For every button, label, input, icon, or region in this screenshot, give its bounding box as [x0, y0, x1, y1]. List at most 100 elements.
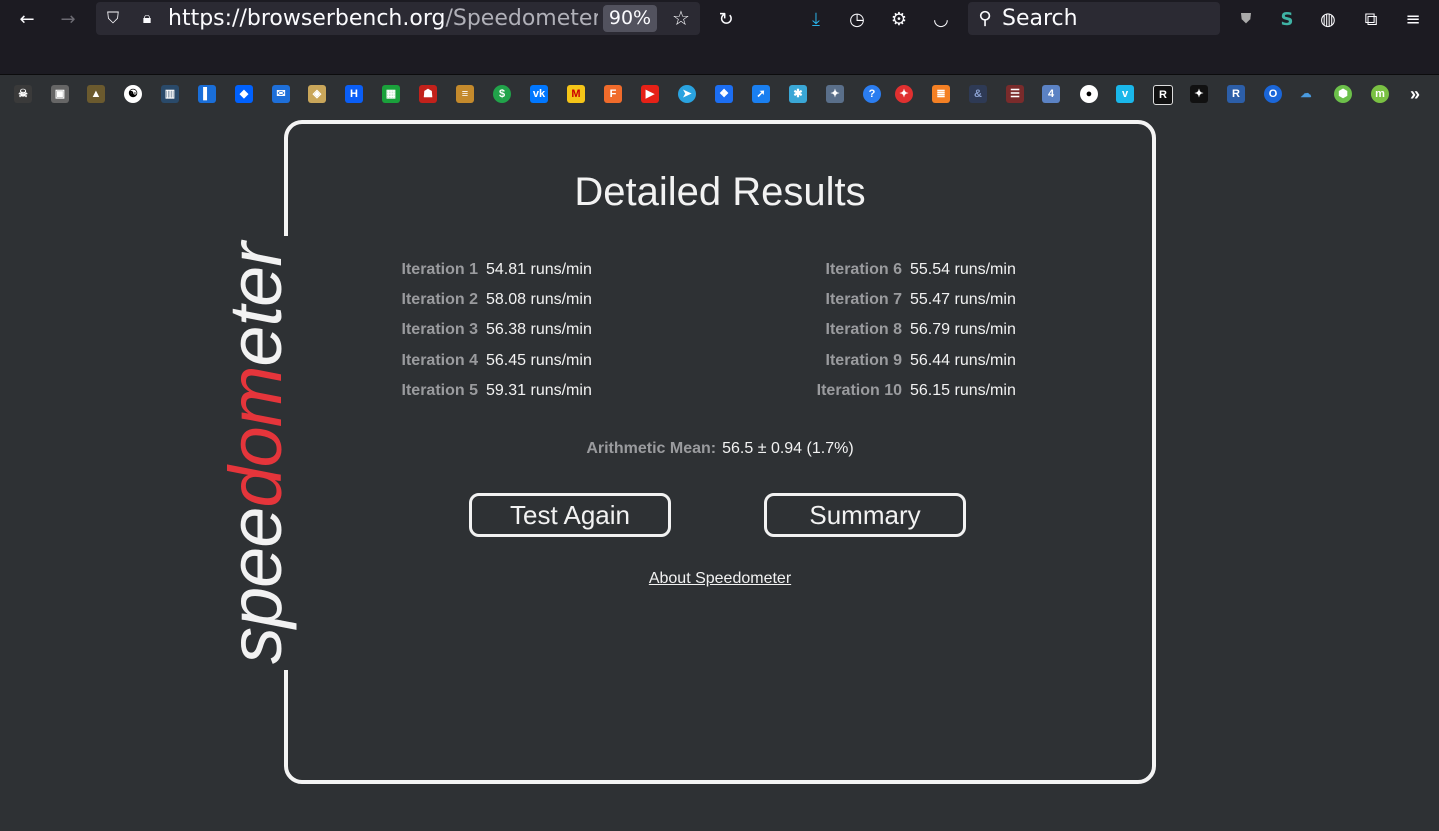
- iteration-value: 56.45 runs/min: [486, 352, 592, 369]
- bookmark-r-icon[interactable]: R: [1153, 85, 1173, 105]
- bookmark-telegram-icon[interactable]: ➤: [678, 85, 696, 103]
- bookmark-yinyang-icon[interactable]: ☯: [124, 85, 142, 103]
- bookmark-grid-icon[interactable]: ▦: [382, 85, 400, 103]
- bookmark-arrow-blue-icon[interactable]: ➚: [752, 85, 770, 103]
- bookmark-puzzle-blue-icon[interactable]: ❖: [715, 85, 733, 103]
- iteration-value: 59.31 runs/min: [486, 382, 592, 399]
- arithmetic-mean: Arithmetic Mean: 56.5 ± 0.94 (1.7%): [290, 440, 1150, 458]
- bookmark-burger-icon[interactable]: ≡: [456, 85, 474, 103]
- iteration-label: Iteration 3: [401, 321, 478, 338]
- iteration-label: Iteration 9: [825, 352, 902, 369]
- forward-arrow-icon[interactable]: →: [53, 4, 83, 34]
- bookmark-o-icon[interactable]: O: [1264, 85, 1282, 103]
- settings-gear-icon[interactable]: ⚙: [884, 4, 914, 34]
- mean-label: Arithmetic Mean:: [586, 440, 717, 457]
- reload-icon[interactable]: ↻: [711, 4, 741, 34]
- about-link-container: About Speedometer: [290, 570, 1150, 588]
- about-speedometer-link[interactable]: About Speedometer: [649, 570, 791, 587]
- iteration-row: Iteration 10 56.15 runs/min: [802, 382, 1016, 404]
- bookmarks-overflow-chevron-icon[interactable]: »: [1406, 85, 1424, 103]
- search-bar[interactable]: ⚲ Search: [968, 2, 1220, 35]
- iteration-value: 56.79 runs/min: [910, 321, 1016, 338]
- bookmark-bars-icon[interactable]: ☰: [1006, 85, 1024, 103]
- back-arrow-icon[interactable]: ←: [12, 4, 42, 34]
- test-again-button[interactable]: Test Again: [469, 493, 671, 537]
- bookmark-ampersand-icon[interactable]: &: [969, 85, 987, 103]
- bookmarks-bar: ☠ ▣ ▲ ☯ ▥ ▌ ◆ ✉ ◈ H ▦ ☗ ≡ $ vk M F ▶ ➤ ❖…: [0, 38, 1439, 105]
- bookmark-help-icon[interactable]: ?: [863, 85, 881, 103]
- logo-text-post: eter: [214, 243, 297, 367]
- iteration-row: Iteration 4 56.45 runs/min: [378, 352, 592, 374]
- iteration-row: Iteration 3 56.38 runs/min: [378, 321, 592, 343]
- iteration-value: 54.81 runs/min: [486, 261, 592, 278]
- iteration-value: 58.08 runs/min: [486, 291, 592, 308]
- ublock-icon[interactable]: ⛊: [1231, 4, 1261, 34]
- iteration-row: Iteration 9 56.44 runs/min: [802, 352, 1016, 374]
- browser-toolbar: ← → ⛉ 🔒︎ https://browserbench.org/Speedo…: [0, 0, 1439, 38]
- bookmark-skull-icon[interactable]: ☠: [14, 85, 32, 103]
- bookmark-mail-icon[interactable]: ✉: [272, 85, 290, 103]
- iteration-row: Iteration 7 55.47 runs/min: [802, 291, 1016, 313]
- extension-s-icon[interactable]: S: [1272, 4, 1302, 34]
- bookmark-book-icon[interactable]: ▥: [161, 85, 179, 103]
- bookmark-f-icon[interactable]: F: [604, 85, 622, 103]
- history-clock-icon[interactable]: ◷: [842, 4, 872, 34]
- iteration-row: Iteration 1 54.81 runs/min: [378, 261, 592, 283]
- bookmark-folder-icon[interactable]: ◈: [308, 85, 326, 103]
- extensions-puzzle-icon[interactable]: ⧉: [1356, 4, 1386, 34]
- url-bar[interactable]: ⛉ 🔒︎ https://browserbench.org/Speedomete…: [96, 2, 700, 35]
- iteration-value: 55.47 runs/min: [910, 291, 1016, 308]
- iteration-label: Iteration 2: [401, 291, 478, 308]
- iteration-row: Iteration 8 56.79 runs/min: [802, 321, 1016, 343]
- bookmark-vimeo-icon[interactable]: v: [1116, 85, 1134, 103]
- iteration-row: Iteration 2 58.08 runs/min: [378, 291, 592, 313]
- search-placeholder: Search: [1002, 6, 1078, 31]
- bookmark-stackoverflow-icon[interactable]: ≣: [932, 85, 950, 103]
- bookmark-gmail-icon[interactable]: M: [567, 85, 585, 103]
- bookmark-dollar-icon[interactable]: $: [493, 85, 511, 103]
- url-text[interactable]: https://browserbench.org/Speedometer: [168, 6, 598, 31]
- zoom-level-badge[interactable]: 90%: [603, 5, 657, 32]
- iteration-value: 56.15 runs/min: [910, 382, 1016, 399]
- bookmark-4-icon[interactable]: 4: [1042, 85, 1060, 103]
- bookmark-star-icon[interactable]: ☆: [666, 3, 696, 33]
- bookmark-badge-icon[interactable]: ✦: [826, 85, 844, 103]
- bookmark-star-red-icon[interactable]: ✦: [895, 85, 913, 103]
- iteration-label: Iteration 5: [401, 382, 478, 399]
- iteration-row: Iteration 6 55.54 runs/min: [802, 261, 1016, 283]
- iteration-label: Iteration 8: [825, 321, 902, 338]
- bookmark-dropbox-icon[interactable]: ◆: [235, 85, 253, 103]
- bookmark-gear-blue-icon[interactable]: ✱: [789, 85, 807, 103]
- downloads-icon[interactable]: ⤓: [801, 4, 831, 34]
- iteration-value: 56.38 runs/min: [486, 321, 592, 338]
- bookmark-portrait-icon[interactable]: ☗: [419, 85, 437, 103]
- iteration-label: Iteration 10: [816, 382, 902, 399]
- bookmark-youtube-icon[interactable]: ▶: [641, 85, 659, 103]
- bookmark-h-icon[interactable]: H: [345, 85, 363, 103]
- shield-icon[interactable]: ⛉: [98, 3, 128, 33]
- bookmark-github-icon[interactable]: ●: [1080, 85, 1098, 103]
- bookmark-vk-icon[interactable]: vk: [530, 85, 548, 103]
- bookmark-blue-bar-icon[interactable]: ▌: [198, 85, 216, 103]
- bookmark-photo-icon[interactable]: ▣: [51, 85, 69, 103]
- logo-text-pre: spee: [214, 507, 297, 664]
- bookmark-cloud-icon[interactable]: ☁: [1297, 85, 1315, 103]
- menu-hamburger-icon[interactable]: ≡: [1398, 4, 1428, 34]
- url-path: /Speedometer: [445, 6, 598, 31]
- iteration-label: Iteration 7: [825, 291, 902, 308]
- iteration-value: 55.54 runs/min: [910, 261, 1016, 278]
- pocket-icon[interactable]: ◡: [926, 4, 956, 34]
- bookmark-mint-icon[interactable]: m: [1371, 85, 1389, 103]
- lock-icon[interactable]: 🔒︎: [132, 3, 162, 33]
- bookmark-r-blue-icon[interactable]: R: [1227, 85, 1245, 103]
- bookmark-hex-icon[interactable]: ⬢: [1334, 85, 1352, 103]
- summary-button[interactable]: Summary: [764, 493, 966, 537]
- iteration-label: Iteration 4: [401, 352, 478, 369]
- bookmark-sparkle-icon[interactable]: ✦: [1190, 85, 1208, 103]
- bookmark-warning-icon[interactable]: ▲: [87, 85, 105, 103]
- page-title: Detailed Results: [574, 170, 866, 214]
- url-host: https://browserbench.org: [168, 6, 446, 31]
- globe-icon[interactable]: ◍: [1313, 4, 1343, 34]
- iteration-row: Iteration 5 59.31 runs/min: [378, 382, 592, 404]
- search-icon: ⚲: [978, 7, 992, 29]
